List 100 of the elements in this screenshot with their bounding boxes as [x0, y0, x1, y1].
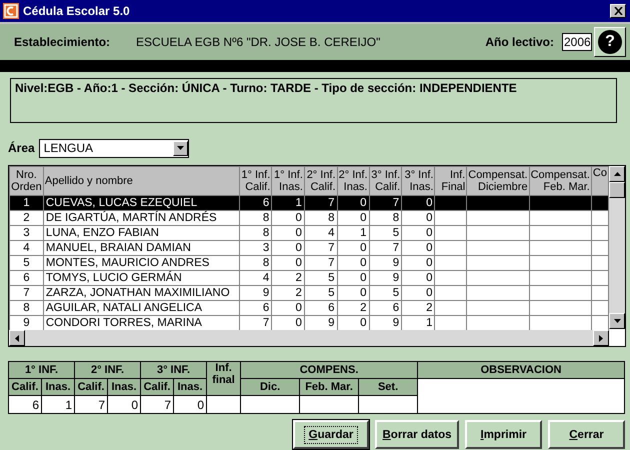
table-cell: 9 [240, 286, 272, 300]
column-header[interactable]: 1° Inf. Inas. [272, 166, 304, 196]
table-cell: 0 [402, 256, 435, 270]
table-cell: 0 [272, 226, 304, 240]
summary-cell[interactable]: 7 [74, 396, 108, 414]
table-cell: 6 [10, 270, 44, 286]
app-icon [3, 3, 19, 19]
table-cell: 1 [272, 196, 304, 210]
table-cell: 0 [272, 210, 304, 226]
subcolumn-header: Inas. [42, 378, 75, 396]
table-row[interactable]: 1 CUEVAS, LUCAS EZEQUIEL 6 1 7 0 7 0 [10, 196, 608, 210]
table-cell: 6 [240, 300, 272, 316]
scroll-up-icon[interactable] [614, 172, 620, 176]
table-cell: 5 [10, 256, 44, 270]
table-row[interactable]: 4 MANUEL, BRAIAN DAMIAN 3 0 7 0 7 0 [10, 240, 608, 256]
subcolumn-header: Feb. Mar. [300, 378, 359, 396]
establishment-name: ESCUELA EGB Nº6 "DR. JOSE B. CEREIJO" [136, 35, 382, 49]
subcolumn-header: Inas. [108, 378, 141, 396]
column-header[interactable]: 2° Inf. Inas. [337, 166, 369, 196]
summary-cell[interactable] [206, 396, 241, 414]
table-row[interactable]: 8 AGUILAR, NATALI ANGELICA 6 0 6 2 6 2 [10, 300, 608, 316]
table-cell: 5 [304, 286, 338, 300]
table-cell: 2 [272, 270, 304, 286]
table-row[interactable]: 2 DE IGARTÚA, MARTÍN ANDRÉS 8 0 8 0 8 0 [10, 210, 608, 226]
summary-cell[interactable]: 7 [140, 396, 174, 414]
table-row[interactable]: 5 MONTES, MAURICIO ANDRES 8 0 7 0 9 0 [10, 256, 608, 270]
group-header: 2° INF. [74, 362, 141, 378]
scroll-thumb[interactable] [609, 182, 625, 198]
scroll-right-icon[interactable] [599, 334, 603, 342]
summary-cell[interactable]: 0 [174, 396, 207, 414]
column-header[interactable]: 3° Inf. Calif. [369, 166, 402, 196]
table-cell: 1 [10, 196, 44, 210]
table-row[interactable]: 3 LUNA, ENZO FABIAN 8 0 4 1 5 0 [10, 226, 608, 240]
column-header[interactable]: Apellido y nombre [43, 166, 240, 196]
group-header: COMPENS. [240, 362, 418, 378]
table-cell: 0 [272, 256, 304, 270]
table-cell: 7 [369, 196, 402, 210]
table-cell: 4 [240, 270, 272, 286]
section-info: Nivel:EGB - Año:1 - Sección: ÚNICA - Turno: TARDE - Tipo de sección: INDEPENDIENTE [15, 81, 517, 95]
observation-field[interactable] [418, 378, 624, 414]
table-cell: 8 [304, 210, 338, 226]
summary-cell[interactable] [300, 396, 359, 414]
summary-cell[interactable]: 0 [108, 396, 141, 414]
table-cell: 1 [337, 226, 369, 240]
table-cell: 0 [402, 210, 435, 226]
column-header[interactable]: Inf. Final [434, 166, 467, 196]
table-cell: 7 [369, 240, 402, 256]
table-cell: 5 [304, 270, 338, 286]
column-header[interactable]: 1° Inf. Calif. [240, 166, 272, 196]
table-cell: 8 [240, 256, 272, 270]
action-button[interactable]: Cerrar [548, 420, 625, 449]
group-header: 3° INF. [140, 362, 207, 378]
summary-cell[interactable]: 6 [8, 396, 42, 414]
table-row[interactable]: 7 ZARZA, JONATHAN MAXIMILIANO 9 2 5 0 5 0 [10, 286, 608, 300]
action-button[interactable]: Guardar [293, 420, 369, 449]
close-icon [614, 7, 622, 15]
table-cell: 8 [10, 300, 44, 316]
summary-cell[interactable]: 1 [42, 396, 75, 414]
table-cell: 0 [402, 226, 435, 240]
table-cell: TOMYS, LUCIO GERMÁN [43, 270, 240, 286]
dropdown-arrow-icon [176, 146, 184, 150]
close-button[interactable] [610, 4, 626, 18]
table-cell: 2 [402, 300, 435, 316]
table-cell: 9 [369, 256, 402, 270]
table-cell: 8 [240, 226, 272, 240]
table-cell: MANUEL, BRAIAN DAMIAN [43, 240, 240, 256]
column-header[interactable]: 2° Inf. Calif. [304, 166, 338, 196]
summary-cell[interactable] [240, 396, 300, 414]
area-dropdown[interactable]: LENGUA [38, 138, 189, 158]
table-cell: 9 [369, 270, 402, 286]
group-header: Inf. final [206, 362, 241, 396]
area-label: Área [8, 141, 35, 155]
column-header[interactable]: Nro. Orden [10, 166, 44, 196]
table-cell: 5 [369, 226, 402, 240]
help-button[interactable]: ? [594, 27, 626, 57]
table-cell: 7 [304, 256, 338, 270]
column-header[interactable]: Compensat. Feb. Mar. [529, 166, 592, 196]
table-cell: 0 [272, 300, 304, 316]
subcolumn-header: Dic. [240, 378, 300, 396]
action-button[interactable]: Imprimir [465, 420, 542, 449]
table-cell: 3 [10, 226, 44, 240]
scroll-left-icon[interactable] [15, 334, 19, 342]
action-button[interactable]: Borrar datos [375, 420, 459, 449]
table-cell: 0 [337, 196, 369, 210]
year-field[interactable]: 2006 [562, 33, 592, 51]
table-cell: 3 [240, 240, 272, 256]
subcolumn-header: Inas. [174, 378, 207, 396]
table-cell: AGUILAR, NATALI ANGELICA [43, 300, 240, 316]
group-header: 1° INF. [8, 362, 75, 378]
column-header[interactable]: 3° Inf. Inas. [402, 166, 435, 196]
table-cell: 5 [369, 286, 402, 300]
column-header[interactable]: Compensat. Diciembre [466, 166, 530, 196]
table-cell: 0 [402, 240, 435, 256]
table-row[interactable]: 6 TOMYS, LUCIO GERMÁN 4 2 5 0 9 0 [10, 270, 608, 286]
table-cell: 0 [337, 240, 369, 256]
column-header[interactable]: Co [591, 166, 608, 196]
table-cell: 2 [10, 210, 44, 226]
scroll-down-icon[interactable] [614, 319, 620, 323]
year-label: Año lectivo: [485, 35, 554, 49]
summary-cell[interactable] [358, 396, 418, 414]
